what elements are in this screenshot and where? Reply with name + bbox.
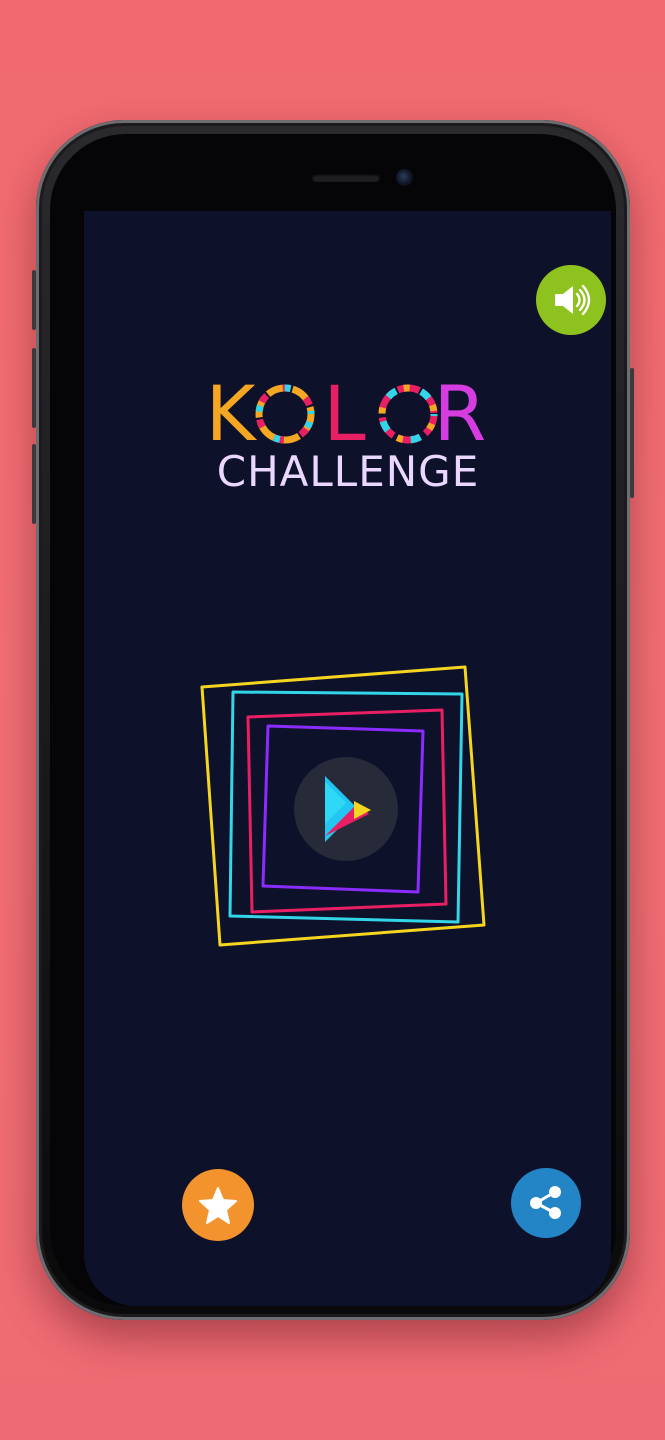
game-logo: KOLOR CHALLENGE [198, 376, 498, 496]
share-button[interactable] [511, 1168, 581, 1238]
star-icon [199, 1187, 237, 1224]
play-triangle-icon [325, 776, 371, 842]
speaker-volume-icon [555, 284, 591, 316]
sound-button[interactable] [536, 265, 606, 335]
title-letter-k: K [205, 369, 260, 458]
phone-bezel: KOLOR CHALLENGE [50, 134, 616, 1306]
play-button[interactable] [294, 757, 398, 861]
title-letter-o-ring: O [370, 376, 434, 452]
title-kolor: KOLOR [198, 376, 498, 452]
title-letter-r: R [433, 369, 491, 458]
phone-side-button [630, 368, 634, 498]
share-icon [530, 1186, 561, 1219]
phone-side-button [32, 348, 36, 428]
phone-side-button [32, 444, 36, 524]
game-screen: KOLOR CHALLENGE [84, 211, 611, 1306]
title-letter-o-ring: O [260, 376, 324, 452]
front-camera [396, 169, 413, 186]
rate-button[interactable] [182, 1169, 254, 1241]
title-letter-l: L [323, 369, 370, 458]
title-challenge: CHALLENGE [216, 447, 480, 496]
phone-side-button [32, 270, 36, 330]
phone-frame: KOLOR CHALLENGE [32, 120, 634, 1320]
phone-speaker [312, 174, 380, 182]
